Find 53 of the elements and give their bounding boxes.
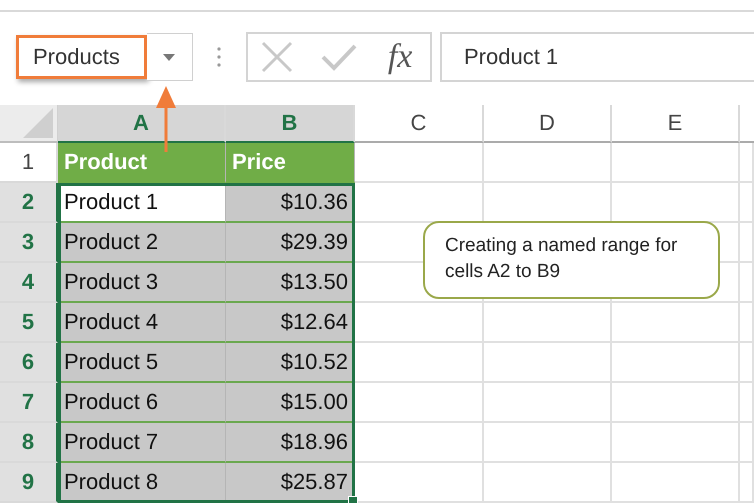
empty-cell bbox=[740, 303, 754, 343]
column-header[interactable]: E bbox=[612, 105, 740, 143]
table-cell: $12.64 bbox=[226, 303, 355, 343]
cancel-icon[interactable] bbox=[261, 41, 294, 74]
table-cell: $10.36 bbox=[226, 183, 355, 223]
empty-cell bbox=[740, 383, 754, 423]
table-cell: $29.39 bbox=[226, 223, 355, 263]
empty-cell bbox=[740, 463, 754, 503]
table-cell: $10.52 bbox=[226, 343, 355, 383]
row-header[interactable]: 5 bbox=[0, 303, 58, 343]
column-header[interactable]: B bbox=[226, 105, 355, 143]
row-header[interactable]: 4 bbox=[0, 263, 58, 303]
table-cell: $13.50 bbox=[226, 263, 355, 303]
fill-handle[interactable] bbox=[348, 496, 358, 503]
table-cell: Product 4 bbox=[58, 303, 226, 343]
column-header[interactable]: C bbox=[355, 105, 484, 143]
empty-cell bbox=[740, 423, 754, 463]
select-all-corner[interactable] bbox=[0, 105, 58, 143]
table-cell: Product 8 bbox=[58, 463, 226, 503]
row-header[interactable]: 1 bbox=[0, 143, 58, 183]
table-cell: Product 2 bbox=[58, 223, 226, 263]
row-header[interactable]: 8 bbox=[0, 423, 58, 463]
name-box[interactable]: Products bbox=[16, 35, 147, 80]
checkmark-icon[interactable] bbox=[320, 43, 357, 72]
empty-cell bbox=[740, 143, 754, 183]
empty-cell bbox=[740, 183, 754, 223]
table-cell: Product 3 bbox=[58, 263, 226, 303]
table-cell: $15.00 bbox=[226, 383, 355, 423]
row-header[interactable]: 7 bbox=[0, 383, 58, 423]
empty-cell bbox=[740, 223, 754, 263]
row-header[interactable]: 6 bbox=[0, 343, 58, 383]
table-cell: Product 5 bbox=[58, 343, 226, 383]
callout: Creating a named range for cells A2 to B9 bbox=[423, 221, 720, 299]
row-header[interactable]: 2 bbox=[0, 183, 58, 223]
dropdown-button[interactable] bbox=[146, 33, 193, 82]
row-header[interactable]: 9 bbox=[0, 463, 58, 503]
formula-field[interactable]: Product 1 bbox=[440, 32, 754, 82]
insert-function-button[interactable]: fx bbox=[384, 38, 416, 76]
grip-icon bbox=[217, 46, 222, 68]
column-header[interactable]: A bbox=[58, 105, 226, 143]
column-header[interactable]: D bbox=[484, 105, 612, 143]
header-cell: Price bbox=[226, 143, 355, 183]
table-cell: $25.87 bbox=[226, 463, 355, 503]
table-cell: $18.96 bbox=[226, 423, 355, 463]
table-cell: Product 6 bbox=[58, 383, 226, 423]
table-cell: Product 1 bbox=[58, 183, 226, 223]
empty-cell bbox=[740, 263, 754, 303]
header-cell: Product bbox=[58, 143, 226, 183]
row-header[interactable]: 3 bbox=[0, 223, 58, 263]
arrow bbox=[155, 86, 177, 152]
empty-cell bbox=[740, 343, 754, 383]
table-cell: Product 7 bbox=[58, 423, 226, 463]
caret-icon bbox=[163, 54, 176, 61]
